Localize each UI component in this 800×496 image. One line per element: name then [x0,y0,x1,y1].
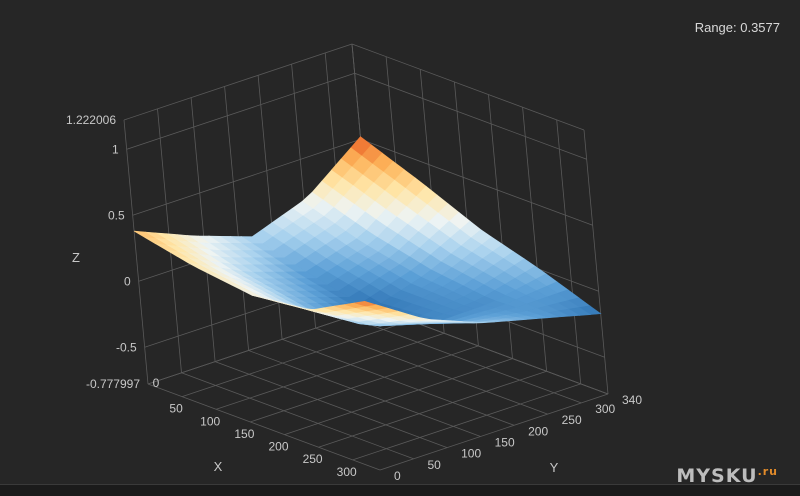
z-tick-label: -0.777997 [86,377,140,391]
back-wall-gridline-z [148,308,376,384]
floor-gridline-y [316,328,548,414]
y-tick-label: 150 [495,436,515,450]
x-axis-title: X [214,459,223,474]
watermark-brand: MYSKU [676,465,757,487]
watermark-logo: MYSKU.ru [676,465,778,487]
back-wall-gridline-y [225,87,249,351]
back-wall-gridline-y [191,98,215,362]
z-tick-label: 1 [112,142,119,156]
range-readout: Range: 0.3577 [695,20,780,35]
floor-gridline-y [148,384,380,470]
z-tick-label: 0 [124,274,131,288]
floor-gridline-y [249,351,481,437]
floor-gridline-x [250,346,478,422]
y-tick-label: 200 [528,424,548,438]
side-wall-gridline-z [355,73,587,159]
y-tick-label: 250 [562,413,582,427]
y-axis-title: Y [550,460,559,475]
floor-gridline-x [380,394,608,470]
floor-gridline-x [216,333,444,409]
z-tick-label: 1.222006 [66,113,116,127]
x-tick-label: 250 [303,452,323,466]
z-axis-title: Z [72,250,80,265]
x-tick-label: 150 [234,427,254,441]
back-wall-gridline-z [124,44,352,120]
y-tick-label: 50 [428,458,442,472]
x-origin-tick-label: 0 [153,376,160,390]
y-tick-label: 100 [461,447,481,461]
x-tick-label: 50 [169,402,183,416]
x-tick-label: 200 [268,440,288,454]
x-tick-label: 100 [200,414,220,428]
watermark-suffix: .ru [758,465,778,478]
floor-gridline-x [285,359,513,435]
floor-gridline-y [349,317,581,403]
y-tick-label: 0 [394,469,401,483]
y-tick-label: 340 [622,393,642,407]
x-tick-label: 300 [337,465,357,479]
surface-plot[interactable]: -0.777997 -0.5 0 0.5 1 1.222006 50 100 150 200 250… [0,0,800,484]
surface-mesh [134,137,601,326]
floor-gridline-x [182,321,410,397]
back-wall-gridline-z [127,73,355,149]
z-tick-label: -0.5 [116,340,137,354]
y-tick-label: 300 [595,402,615,416]
z-tick-label: 0.5 [108,208,125,222]
side-wall-gridline-z [352,44,584,130]
floor-gridline-y [282,339,514,425]
